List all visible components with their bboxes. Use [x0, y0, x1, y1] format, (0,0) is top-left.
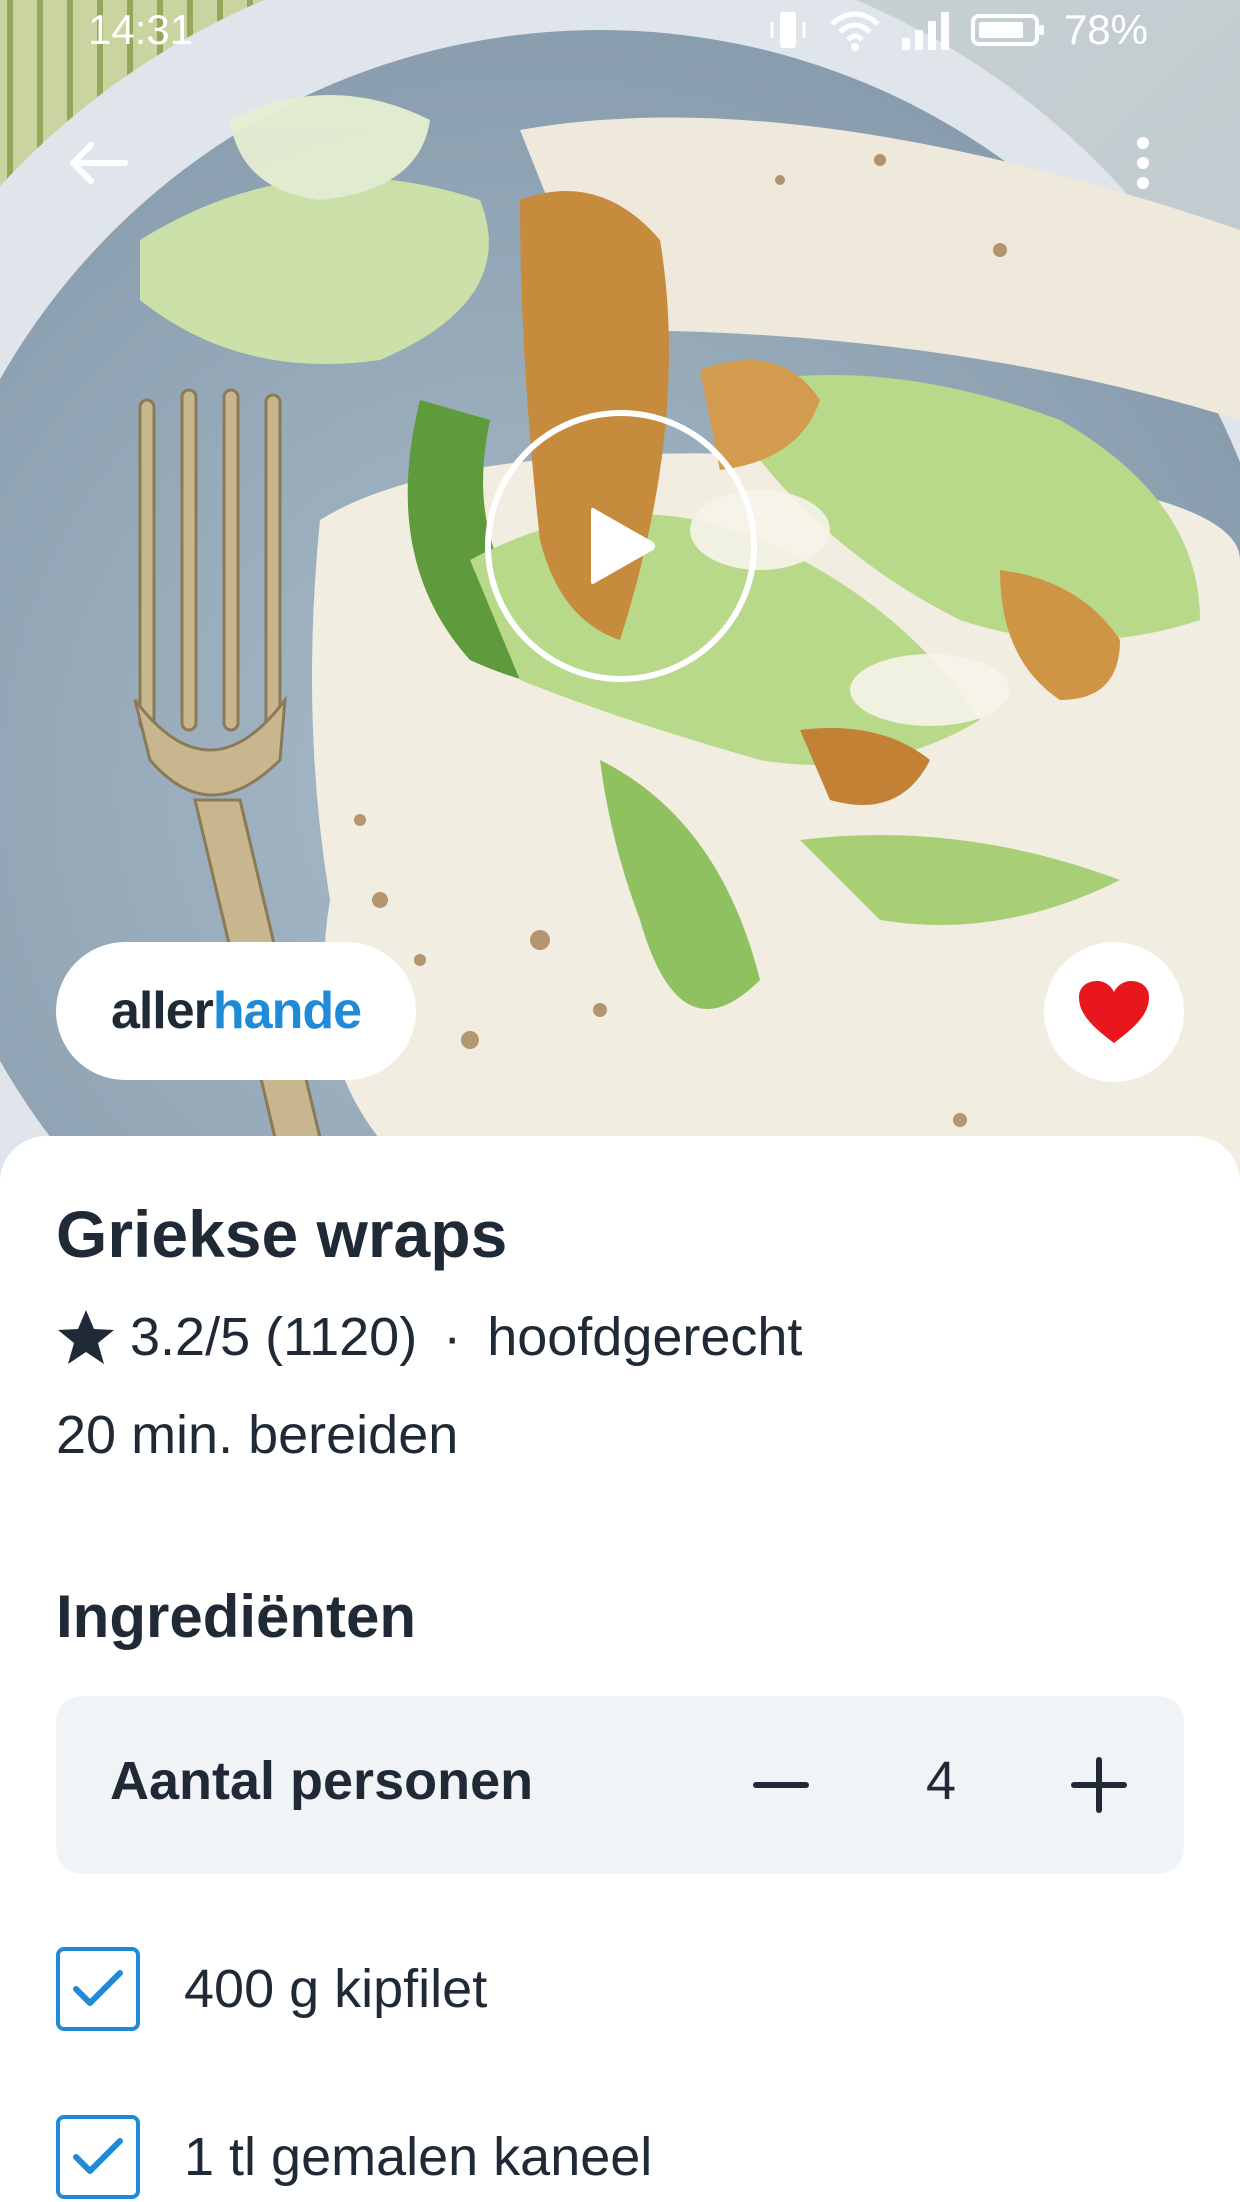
allerhande-logo: aller hande [56, 942, 416, 1080]
recipe-category: hoofdgerecht [487, 1307, 803, 1367]
servings-count: 4 [925, 1751, 957, 1811]
battery-percent: 78% [1063, 6, 1148, 53]
signal-icon [901, 12, 949, 50]
favorite-button[interactable] [1044, 942, 1184, 1082]
ingredient-label: 400 g kipfilet [184, 1959, 488, 2019]
recipe-details-sheet: Griekse wraps 3.2/5 (1120) · hoofdgerech… [0, 1136, 1240, 2202]
battery-icon [970, 14, 1044, 46]
ingredients-heading: Ingrediënten [56, 1583, 417, 1650]
vibrate-icon [770, 12, 806, 48]
recipe-hero-image: 14:31 78% aller hande [0, 0, 1240, 1180]
status-icons: 78% [766, 6, 1148, 54]
wifi-icon [830, 11, 880, 51]
play-icon [591, 507, 655, 585]
status-time: 14:31 [88, 6, 194, 53]
star-icon [56, 1308, 116, 1366]
brand-text-aller: aller [110, 982, 214, 1040]
heart-icon [1079, 981, 1149, 1043]
ingredient-checkbox[interactable] [56, 1947, 140, 2031]
ingredient-item[interactable]: 1 tl gemalen kaneel [56, 2112, 652, 2202]
ingredient-item[interactable]: 400 g kipfilet [56, 1944, 487, 2034]
more-options-button[interactable] [1088, 108, 1198, 218]
minus-icon [753, 1782, 809, 1788]
prep-time: 20 min. bereiden [56, 1405, 459, 1465]
play-video-button[interactable] [485, 410, 757, 682]
plus-icon [1071, 1757, 1127, 1813]
recipe-title: Griekse wraps [56, 1197, 508, 1271]
checkmark-icon [73, 2138, 123, 2174]
servings-stepper: Aantal personen 4 [56, 1696, 1184, 1874]
recipe-meta: 3.2/5 (1120) · hoofdgerecht [56, 1306, 802, 1368]
ingredient-label: 1 tl gemalen kaneel [184, 2127, 653, 2187]
increase-servings-button[interactable] [1044, 1730, 1154, 1840]
checkmark-icon [73, 1970, 123, 2006]
back-arrow-icon [70, 142, 128, 184]
back-button[interactable] [42, 108, 152, 218]
more-vert-icon [1137, 137, 1149, 189]
ingredient-checkbox[interactable] [56, 2115, 140, 2199]
recipe-rating[interactable]: 3.2/5 (1120) [130, 1306, 417, 1368]
decrease-servings-button[interactable] [726, 1730, 836, 1840]
brand-text-hande: hande [212, 982, 362, 1040]
status-bar: 14:31 78% [0, 0, 1240, 64]
servings-label: Aantal personen [110, 1751, 534, 1811]
meta-separator: · [443, 1307, 462, 1367]
